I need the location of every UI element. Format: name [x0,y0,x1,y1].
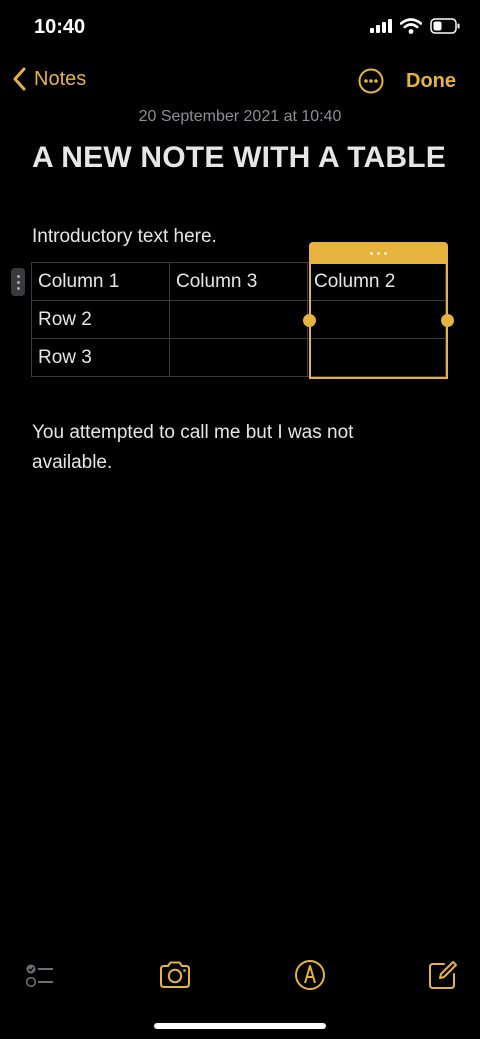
home-indicator[interactable] [154,1023,326,1029]
table-cell[interactable]: Row 2 [31,300,170,339]
note-table: Column 1 Column 3 Column 2 Row 2 Row 3 [31,262,446,377]
selection-knob-right[interactable] [441,314,454,327]
camera-icon[interactable] [158,958,192,992]
chevron-left-icon [13,67,26,91]
row-drag-handle[interactable] [11,268,25,296]
table-cell[interactable]: Column 3 [169,262,308,301]
column-drag-handle[interactable] [309,242,448,264]
table-row: Row 2 [31,300,446,339]
table-row: Row 3 [31,338,446,377]
table-cell[interactable] [169,338,308,377]
compose-icon[interactable] [426,958,460,992]
back-button-label: Notes [34,67,87,90]
status-bar: 10:40 [0,0,480,58]
table-cell[interactable]: Row 3 [31,338,170,377]
table-cell[interactable] [307,300,446,339]
selection-knob-left[interactable] [303,314,316,327]
note-title[interactable]: A NEW NOTE WITH A TABLE [32,138,452,178]
checklist-icon[interactable] [24,958,58,992]
status-time: 10:40 [34,16,86,38]
note-date: 20 September 2021 at 10:40 [138,108,342,125]
cellular-signal-icon [370,19,392,33]
table-cell[interactable]: Column 1 [31,262,170,301]
markup-pen-icon[interactable] [293,958,327,992]
bottom-toolbar [0,950,480,1000]
back-button[interactable]: Notes [12,66,86,92]
wifi-icon [400,18,422,34]
nav-bar: Notes Done [0,60,480,104]
status-icons [370,18,460,34]
table-cell[interactable]: Column 2 [307,262,446,301]
more-options-icon[interactable] [358,68,384,94]
battery-icon [430,18,460,34]
intro-text[interactable]: Introductory text here. [32,226,217,248]
table-cell[interactable] [169,300,308,339]
table-row: Column 1 Column 3 Column 2 [31,262,446,301]
table-cell[interactable] [307,338,446,377]
note-body-text[interactable]: You attempted to call me but I was not a… [32,418,432,478]
done-button[interactable]: Done [406,70,456,93]
